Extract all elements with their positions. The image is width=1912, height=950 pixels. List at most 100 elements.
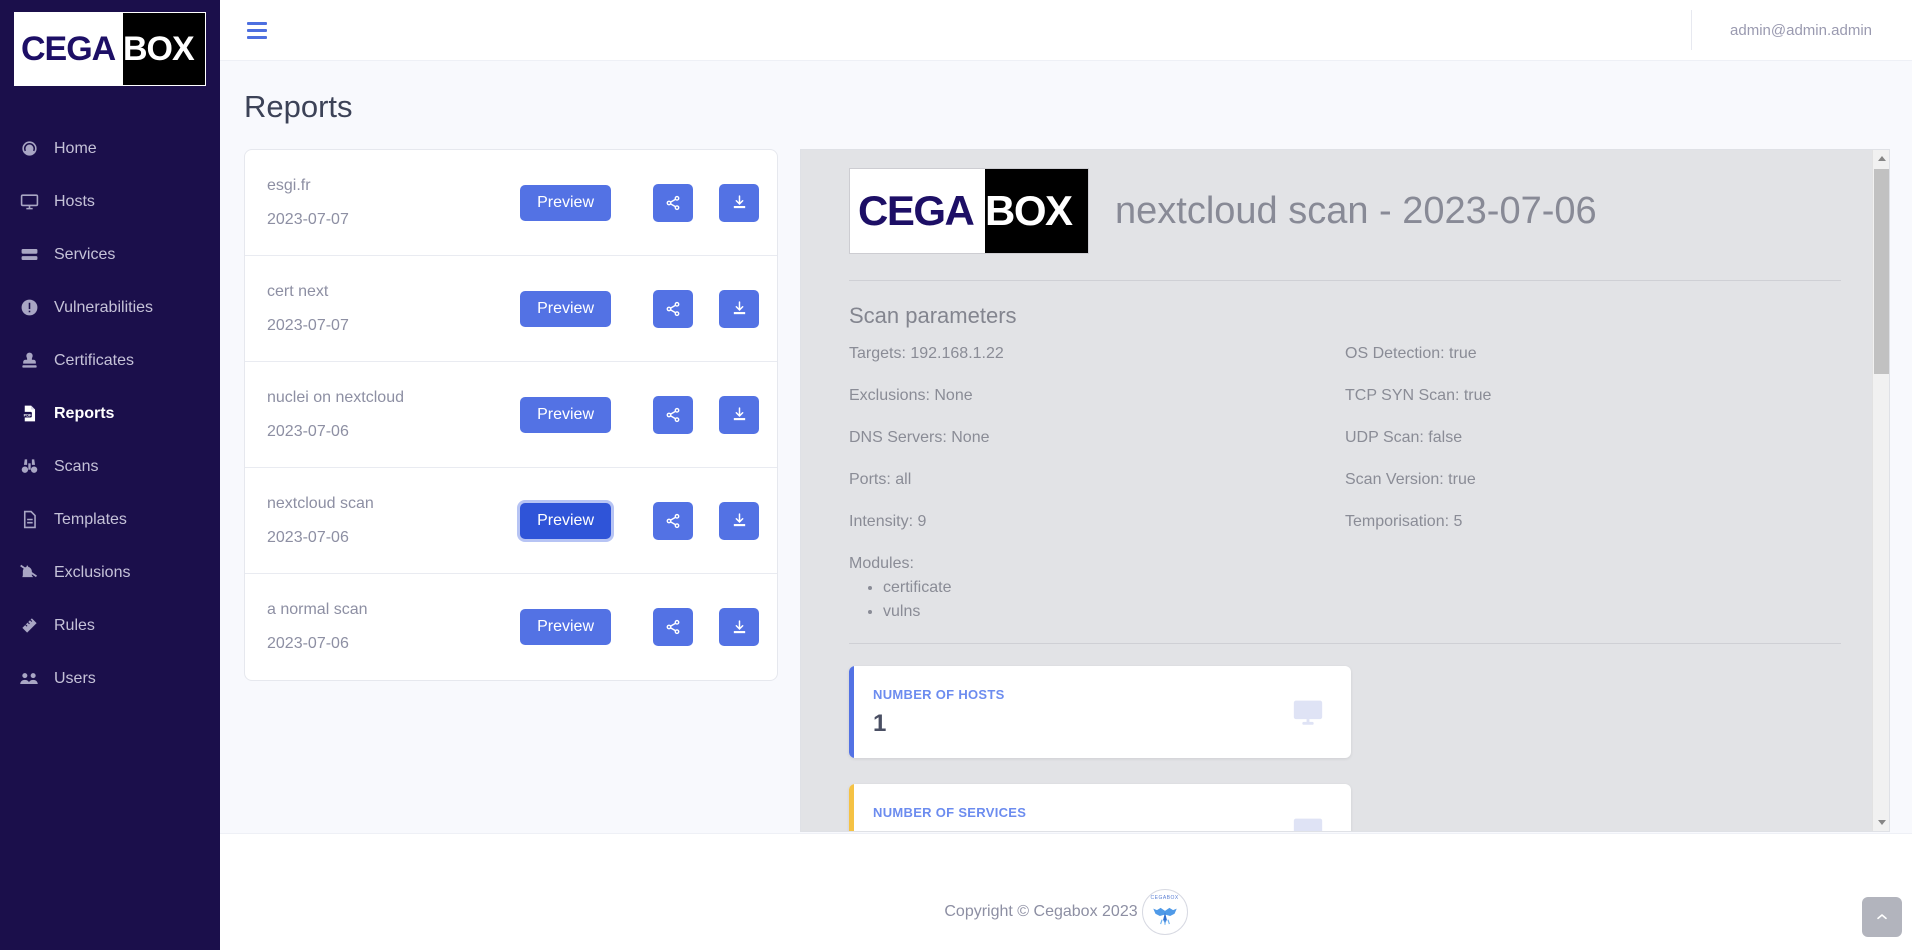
download-icon xyxy=(731,406,748,423)
hamburger-bar xyxy=(247,21,267,25)
table-row[interactable]: cert next 2023-07-07 Preview xyxy=(245,256,777,362)
share-icon xyxy=(665,195,681,211)
share-button[interactable] xyxy=(653,395,693,434)
report-date: 2023-07-06 xyxy=(267,528,349,546)
scan-parameters-left-column: Targets: 192.168.1.22 Exclusions: None D… xyxy=(849,345,1345,555)
document-title: nextcloud scan - 2023-07-06 xyxy=(1115,189,1597,232)
sidebar-item-rules[interactable]: Rules xyxy=(0,599,220,652)
sidebar-item-home[interactable]: Home xyxy=(0,122,220,175)
download-button[interactable] xyxy=(719,395,759,434)
preview-scrollbar[interactable] xyxy=(1872,150,1889,831)
table-row[interactable]: a normal scan 2023-07-06 Preview xyxy=(245,574,777,680)
sidebar-item-label: Home xyxy=(54,139,97,157)
sidebar-item-label: Reports xyxy=(54,404,115,422)
share-icon xyxy=(665,407,681,423)
cegabox-bird-logo-icon: CEGABOX xyxy=(1141,889,1188,935)
table-row[interactable]: esgi.fr 2023-07-07 Preview xyxy=(245,150,777,256)
dashboard-icon xyxy=(14,138,44,160)
report-name: nextcloud scan xyxy=(267,494,374,512)
bell-off-icon xyxy=(14,562,44,584)
chevron-up-icon xyxy=(1877,156,1886,161)
sidebar-item-label: Services xyxy=(54,245,116,263)
stat-card-services: NUMBER OF SERVICES 4 xyxy=(849,784,1351,832)
hamburger-icon[interactable] xyxy=(247,18,271,42)
divider xyxy=(849,643,1841,644)
table-row[interactable]: nextcloud scan 2023-07-06 Preview xyxy=(245,468,777,574)
sidebar-item-templates[interactable]: Templates xyxy=(0,493,220,546)
table-row[interactable]: nuclei on nextcloud 2023-07-06 Preview xyxy=(245,362,777,468)
sidebar-item-hosts[interactable]: Hosts xyxy=(0,175,220,228)
scroll-to-top-button[interactable] xyxy=(1862,897,1902,937)
sidebar-item-scans[interactable]: Scans xyxy=(0,440,220,493)
report-date: 2023-07-06 xyxy=(267,635,349,652)
scrollbar-down-arrow[interactable] xyxy=(1873,814,1889,831)
param-tcp-syn-scan: TCP SYN Scan: true xyxy=(1345,387,1492,404)
sidebar-item-label: Templates xyxy=(54,510,127,528)
document-header: CEGA BOX nextcloud scan - 2023-07-06 xyxy=(849,168,1841,254)
report-name: esgi.fr xyxy=(267,176,311,194)
preview-button[interactable]: Preview xyxy=(520,396,611,433)
report-meta: esgi.fr 2023-07-07 xyxy=(267,177,520,229)
share-button[interactable] xyxy=(653,183,693,222)
page-title: Reports xyxy=(244,89,353,124)
preview-document: CEGA BOX nextcloud scan - 2023-07-06 Sca… xyxy=(801,150,1889,832)
stat-value: 1 xyxy=(873,709,887,737)
sidebar-item-certificates[interactable]: Certificates xyxy=(0,334,220,387)
param-scan-version: Scan Version: true xyxy=(1345,471,1476,488)
pdf-file-icon: PDF xyxy=(14,403,44,425)
hamburger-bar xyxy=(247,28,267,32)
report-meta: nuclei on nextcloud 2023-07-06 xyxy=(267,389,520,441)
preview-button[interactable]: Preview xyxy=(520,502,611,539)
report-date: 2023-07-06 xyxy=(267,422,349,440)
report-list: esgi.fr 2023-07-07 Preview cert next 202… xyxy=(244,149,778,681)
chevron-down-icon xyxy=(1877,820,1886,825)
modules-list: certificate vulns xyxy=(883,579,1841,621)
ruler-icon xyxy=(14,615,44,637)
scrollbar-up-arrow[interactable] xyxy=(1873,150,1889,167)
sidebar-item-label: Users xyxy=(54,669,96,687)
document-logo: CEGA BOX xyxy=(849,168,1089,254)
download-button[interactable] xyxy=(719,501,759,540)
svg-text:PDF: PDF xyxy=(23,412,31,417)
footer-inner: Copyright © Cegabox 2023 CEGABOX xyxy=(944,889,1188,935)
scan-parameters-right-column: OS Detection: true TCP SYN Scan: true UD… xyxy=(1345,345,1841,555)
document-icon xyxy=(14,509,44,531)
report-meta: cert next 2023-07-07 xyxy=(267,283,520,335)
logo-right-text: BOX xyxy=(123,13,205,85)
sidebar-item-vulnerabilities[interactable]: Vulnerabilities xyxy=(0,281,220,334)
modules-label: Modules: xyxy=(849,555,914,572)
report-name: nuclei on nextcloud xyxy=(267,388,404,406)
list-item: certificate xyxy=(883,579,1841,597)
report-name: a normal scan xyxy=(267,601,368,618)
download-icon xyxy=(731,619,748,636)
sidebar-item-services[interactable]: Services xyxy=(0,228,220,281)
stat-value: 4 xyxy=(873,828,1291,832)
preview-button[interactable]: Preview xyxy=(520,184,611,221)
download-button[interactable] xyxy=(719,183,759,222)
sidebar-item-exclusions[interactable]: Exclusions xyxy=(0,546,220,599)
scrollbar-thumb[interactable] xyxy=(1874,169,1889,374)
page-content: Reports esgi.fr 2023-07-07 Preview cert … xyxy=(220,61,1912,833)
download-button[interactable] xyxy=(719,289,759,328)
stat-card-hosts: NUMBER OF HOSTS 1 xyxy=(849,666,1351,758)
preview-button[interactable]: Preview xyxy=(520,609,611,645)
sidebar-nav: Home Hosts Services Vulnerabilities Cert xyxy=(0,122,220,705)
download-button[interactable] xyxy=(719,608,759,646)
share-button[interactable] xyxy=(653,501,693,540)
monitor-icon xyxy=(14,191,44,213)
user-email-label[interactable]: admin@admin.admin xyxy=(1730,22,1872,39)
download-icon xyxy=(731,512,748,529)
logo-left-text: CEGA xyxy=(15,13,123,85)
param-ports: Ports: all xyxy=(849,471,912,488)
share-button[interactable] xyxy=(653,608,693,646)
stamp-icon xyxy=(14,350,44,372)
share-button[interactable] xyxy=(653,289,693,328)
binoculars-icon xyxy=(14,456,44,478)
param-temporisation: Temporisation: 5 xyxy=(1345,513,1463,530)
stat-cards: NUMBER OF HOSTS 1 NUMBER OF SERVICES 4 xyxy=(849,666,1841,832)
sidebar-item-users[interactable]: Users xyxy=(0,652,220,705)
preview-button[interactable]: Preview xyxy=(520,290,611,327)
stat-label: NUMBER OF HOSTS xyxy=(873,686,1005,702)
sidebar-item-reports[interactable]: PDF Reports xyxy=(0,387,220,440)
sidebar-item-label: Rules xyxy=(54,616,95,634)
